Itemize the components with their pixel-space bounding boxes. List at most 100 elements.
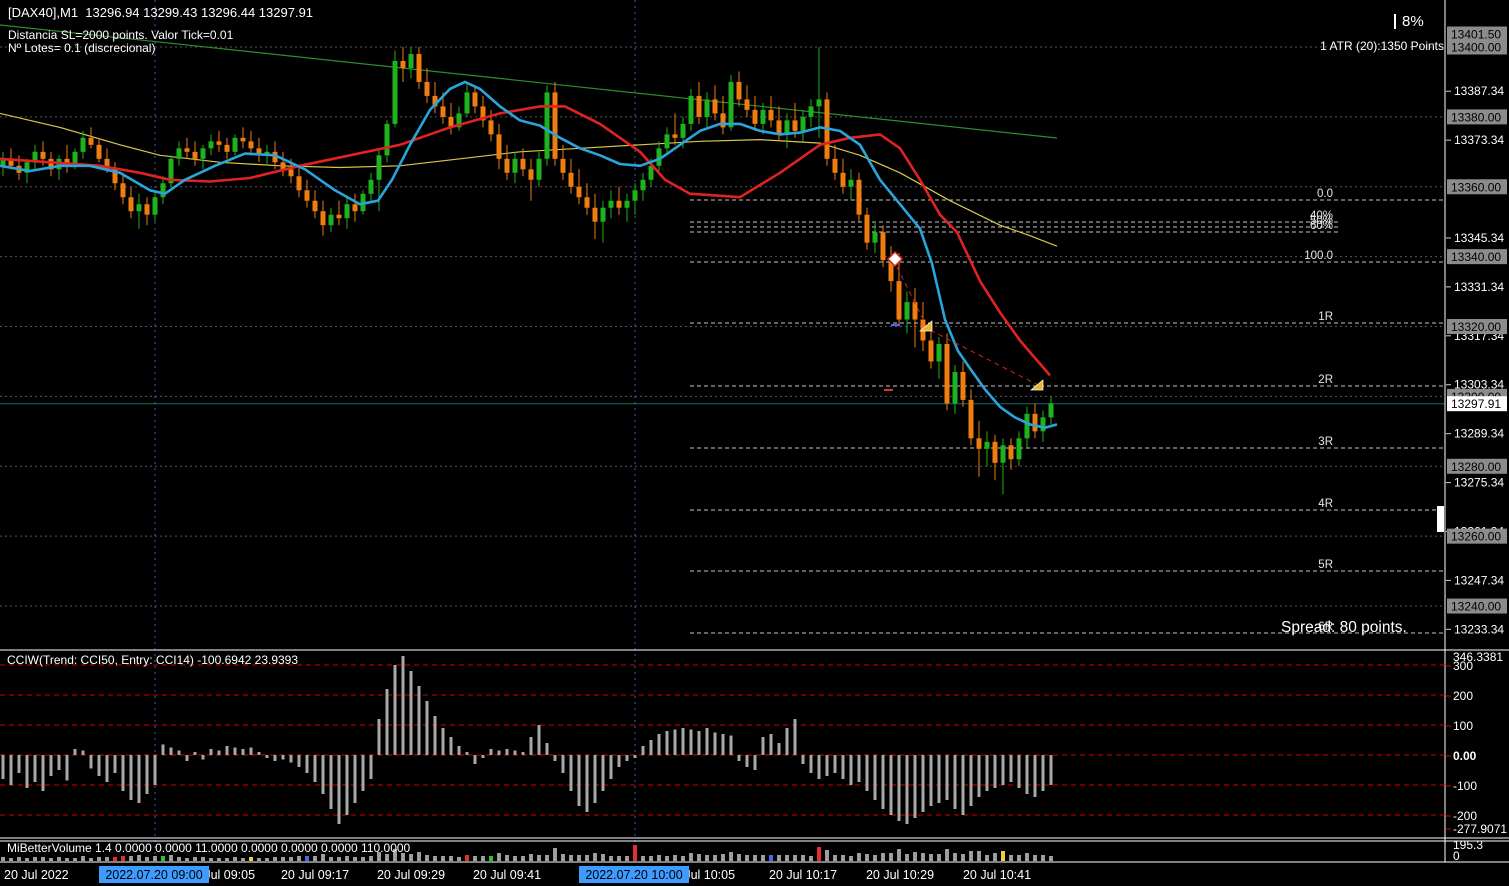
time-highlight-label: 2022.07.20 10:00 — [585, 868, 682, 882]
price-level-label: 13240.00 — [1451, 600, 1501, 614]
candle-body — [120, 183, 126, 198]
percent-label: 8% — [1402, 13, 1424, 30]
candle-body — [312, 200, 318, 212]
volume-bar — [649, 856, 653, 861]
volume-bar — [1, 857, 5, 861]
candle-body — [216, 141, 222, 145]
volume-bar — [513, 856, 517, 861]
volume-bar — [529, 854, 533, 861]
cci-axis-label: -100 — [1453, 779, 1477, 793]
cci-indicator-header: CCIW(Trend: CCI50, Entry: CCI14) -100.69… — [7, 653, 299, 667]
candle-body — [1040, 417, 1046, 432]
volume-bar — [713, 855, 717, 861]
candle-body — [376, 155, 382, 180]
volume-bar — [113, 857, 117, 861]
candle-body — [960, 371, 966, 400]
volume-bar — [841, 855, 845, 861]
volume-bar — [433, 856, 437, 861]
volume-bar — [329, 857, 333, 861]
volume-bar — [833, 855, 837, 861]
volume-bar — [249, 857, 253, 861]
volume-bar — [793, 855, 797, 861]
candle-body — [400, 60, 406, 68]
candle-body — [728, 81, 734, 128]
candle-body — [752, 109, 758, 124]
candle-body — [848, 179, 854, 187]
volume-bar — [641, 856, 645, 861]
volume-bar — [945, 849, 949, 861]
price-axis-label: 13275.34 — [1454, 476, 1504, 490]
candle-body — [872, 232, 878, 243]
candle-body — [528, 169, 534, 180]
fib-level-label: 5R — [1318, 559, 1333, 571]
volume-bar — [977, 851, 981, 861]
volume-bar — [553, 848, 557, 861]
volume-bar — [1009, 855, 1013, 861]
candle-body — [232, 137, 238, 152]
volume-bar — [337, 857, 341, 861]
volume-bar — [33, 857, 37, 861]
price-axis-label: 13289.34 — [1454, 427, 1504, 441]
candle-body — [816, 99, 822, 107]
candle-body — [392, 60, 398, 124]
time-axis-day-label: 20 Jul 2022 — [4, 868, 69, 882]
volume-bar — [9, 858, 13, 861]
volume-bar — [625, 856, 629, 861]
volume-bar — [825, 850, 829, 861]
price-level-label: 13360.00 — [1451, 180, 1501, 194]
candle-body — [296, 176, 302, 191]
candle-body — [160, 183, 166, 198]
candle-body — [808, 106, 814, 117]
candle-body — [408, 53, 414, 68]
candle-body — [704, 99, 710, 117]
candle-body — [368, 179, 374, 194]
candle-body — [576, 186, 582, 198]
candle-body — [968, 399, 974, 439]
fib-level-label: 2R — [1318, 374, 1333, 386]
candle-body — [200, 148, 206, 159]
volume-bar — [49, 858, 53, 861]
volume-bar — [489, 856, 493, 861]
volume-bar — [457, 857, 461, 861]
price-level-label: 13340.00 — [1451, 250, 1501, 264]
volume-bar — [1033, 855, 1037, 861]
volume-bar — [857, 853, 861, 861]
candle-body — [640, 179, 646, 191]
axis-scroll-marker — [1437, 506, 1444, 532]
candle-body — [40, 151, 46, 159]
volume-bar — [1049, 856, 1053, 861]
chart-canvas[interactable]: 0.040%50%60%100.01R2R3R4R5R6R13387.34133… — [0, 0, 1509, 886]
volume-bar — [345, 856, 349, 861]
fib-level-label: 1R — [1318, 311, 1333, 323]
volume-axis-min: 0 — [1453, 849, 1460, 863]
candle-body — [760, 109, 766, 124]
volume-bar — [905, 854, 909, 861]
volume-bar — [985, 855, 989, 861]
volume-bar — [657, 855, 661, 861]
fib-level-label: 0.0 — [1317, 188, 1333, 200]
candle-body — [224, 144, 230, 152]
price-axis-label: 13373.34 — [1454, 133, 1504, 147]
candle-body — [440, 106, 446, 117]
candle-body — [80, 137, 86, 152]
candle-body — [536, 158, 542, 180]
volume-bar — [953, 853, 957, 861]
candle-body — [288, 169, 294, 177]
volume-bar — [745, 855, 749, 861]
candle-body — [712, 99, 718, 114]
volume-bar — [777, 855, 781, 861]
volume-bar — [537, 855, 541, 861]
price-level-label: 13380.00 — [1451, 110, 1501, 124]
volume-bar — [313, 856, 317, 861]
candle-body — [560, 158, 566, 173]
candle-body — [688, 95, 694, 124]
volume-bar — [921, 853, 925, 861]
volume-bar — [737, 854, 741, 861]
candle-body — [880, 232, 886, 261]
time-axis-label: 20 Jul 09:29 — [377, 868, 445, 882]
candle-body — [608, 200, 614, 208]
price-axis-label: 13345.34 — [1454, 231, 1504, 245]
candle-body — [912, 302, 918, 320]
candle-body — [832, 158, 838, 173]
candle-body — [320, 211, 326, 226]
